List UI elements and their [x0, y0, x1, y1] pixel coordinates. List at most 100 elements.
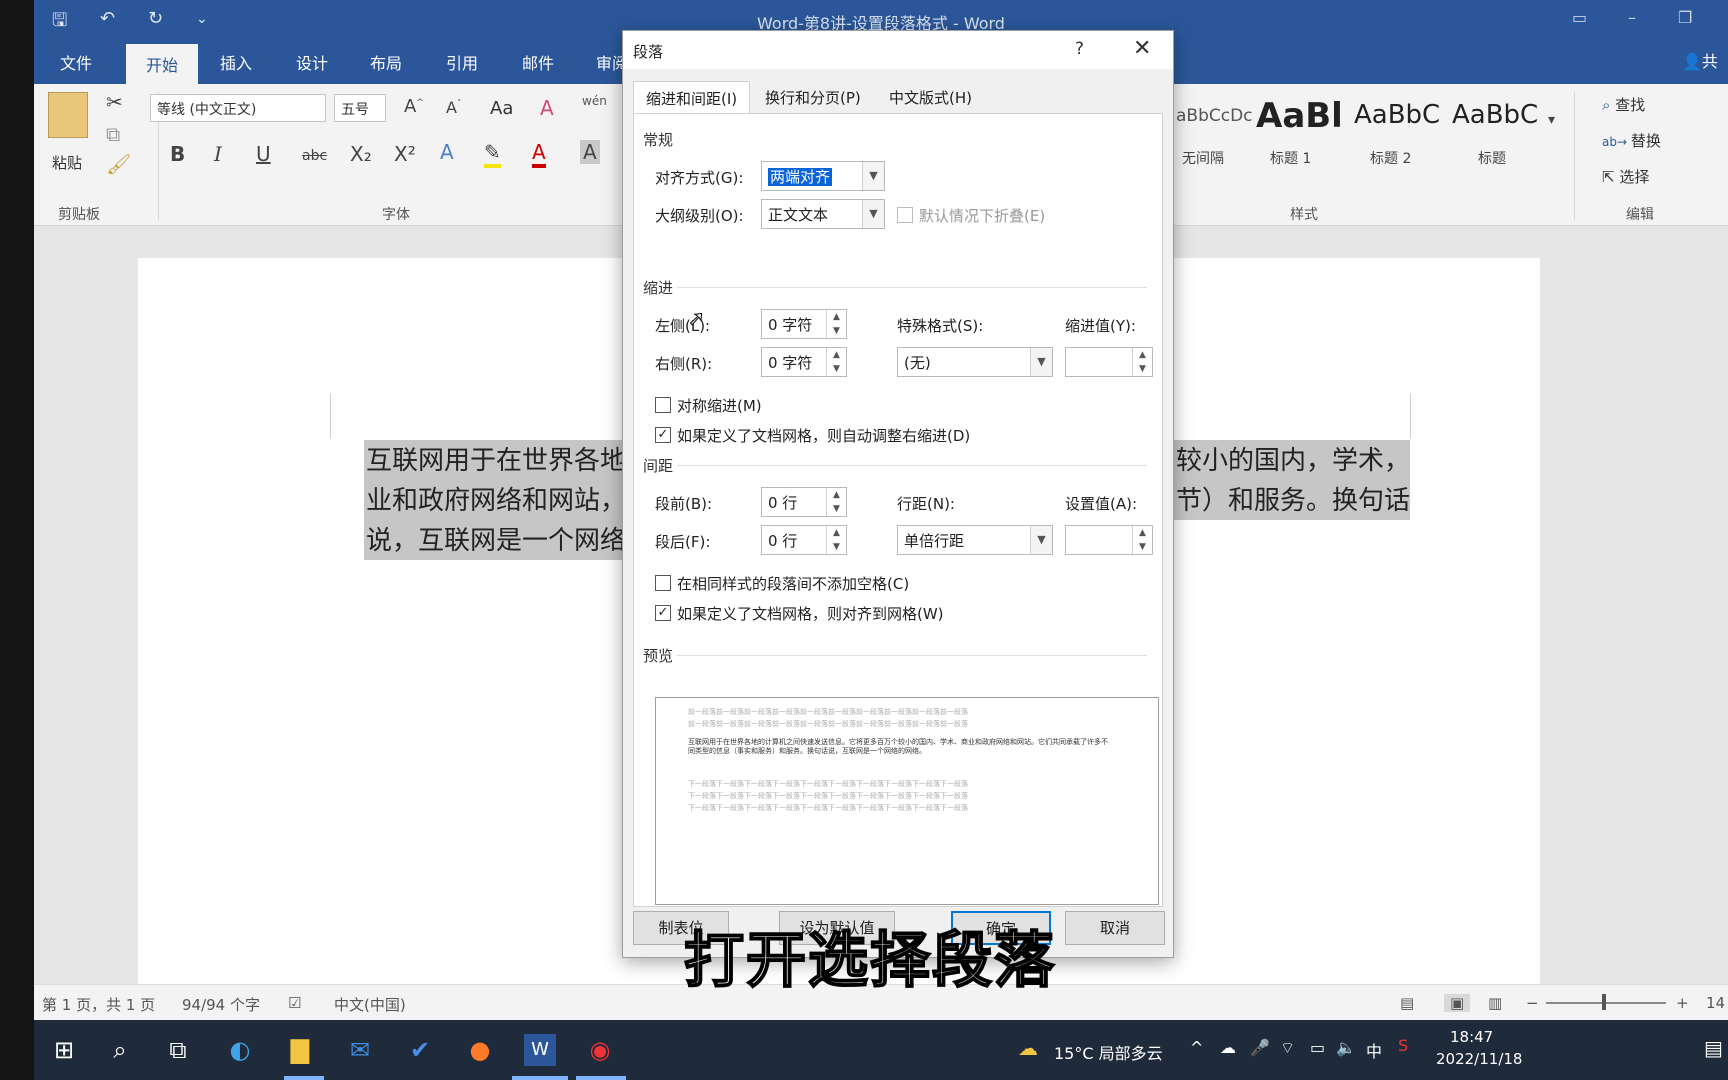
word-icon[interactable]: W: [524, 1034, 556, 1066]
replace-button[interactable]: ab→ 替换: [1602, 130, 1661, 151]
select-button[interactable]: ⇱ 选择: [1602, 166, 1649, 187]
line-spacing-at-spinner[interactable]: ▲ ▼: [1065, 525, 1153, 555]
cut-icon[interactable]: ✂: [106, 90, 123, 114]
sogou-icon[interactable]: S: [1398, 1036, 1408, 1055]
zoom-slider[interactable]: [1546, 1002, 1666, 1004]
tab-references[interactable]: 引用: [446, 50, 478, 74]
format-painter-icon[interactable]: 🖌: [106, 152, 131, 176]
task-view-icon[interactable]: ⧉: [162, 1034, 194, 1066]
tab-insert[interactable]: 插入: [220, 50, 252, 74]
copy-icon[interactable]: ⧉: [106, 122, 120, 146]
mirror-indent-checkbox[interactable]: [655, 397, 671, 413]
mail-icon[interactable]: ✉: [344, 1034, 376, 1066]
todo-icon[interactable]: ✔: [404, 1034, 436, 1066]
spinner-arrows-icon[interactable]: ▲ ▼: [1132, 526, 1152, 554]
clock-date[interactable]: 2022/11/18: [1436, 1050, 1522, 1068]
share-button[interactable]: 👤共: [1682, 48, 1718, 72]
snap-to-grid-checkbox[interactable]: ✓: [655, 605, 671, 621]
tray-chevron-icon[interactable]: ^: [1190, 1038, 1203, 1057]
font-color-button[interactable]: A: [532, 140, 546, 168]
tab-layout[interactable]: 布局: [370, 50, 402, 74]
proofing-icon[interactable]: ☑: [288, 994, 301, 1012]
clear-format-icon[interactable]: A: [540, 96, 554, 120]
tab-indents-spacing[interactable]: 缩进和间距(I): [633, 81, 751, 113]
language-indicator[interactable]: 中文(中国): [334, 994, 406, 1015]
phonetic-guide-button[interactable]: wén: [582, 94, 607, 108]
shrink-font-icon[interactable]: Aˇ: [446, 98, 461, 117]
space-after-spinner[interactable]: 0 行 ▲ ▼: [761, 525, 847, 555]
spinner-arrows-icon[interactable]: ▲ ▼: [826, 310, 846, 338]
change-case-button[interactable]: Aa: [490, 98, 513, 119]
special-indent-select[interactable]: (无) ▼: [897, 347, 1053, 377]
grow-font-icon[interactable]: A^: [404, 96, 424, 117]
style-sample-no-spacing[interactable]: aBbCcDc: [1176, 106, 1253, 126]
text-effects-button[interactable]: A: [440, 140, 454, 164]
spinner-arrows-icon[interactable]: ▲ ▼: [826, 488, 846, 516]
battery-icon[interactable]: ▭: [1310, 1038, 1325, 1057]
find-button[interactable]: ⌕ 查找: [1602, 94, 1645, 115]
subscript-button[interactable]: X₂: [350, 142, 372, 166]
notification-icon[interactable]: ▤: [1704, 1036, 1723, 1060]
style-sample-title[interactable]: AaBbC: [1452, 100, 1538, 130]
help-button[interactable]: ?: [1075, 39, 1084, 59]
selected-text-line-2-right[interactable]: 节）和服务。换句话: [1174, 480, 1410, 520]
highlight-icon[interactable]: ✎: [484, 140, 501, 168]
file-explorer-icon[interactable]: ▇: [284, 1034, 316, 1066]
italic-button[interactable]: I: [214, 142, 222, 166]
strikethrough-button[interactable]: abc: [302, 148, 327, 164]
spinner-arrows-icon[interactable]: ▲ ▼: [826, 526, 846, 554]
selected-text-line-1-right[interactable]: 较小的国内，学术，商: [1174, 440, 1410, 480]
firefox-icon[interactable]: ●: [464, 1034, 496, 1066]
bold-button[interactable]: B: [170, 142, 185, 166]
windows-start-icon[interactable]: ⊞: [48, 1034, 80, 1066]
styles-more-icon[interactable]: ▾: [1548, 112, 1555, 128]
tab-design[interactable]: 设计: [296, 50, 328, 74]
selected-text-line-3-left[interactable]: 说，互联网是一个网络: [364, 520, 658, 560]
tab-home[interactable]: 开始: [126, 44, 199, 84]
clock-time[interactable]: 18:47: [1450, 1028, 1493, 1046]
minimize-icon[interactable]: –: [1628, 8, 1636, 27]
superscript-button[interactable]: X²: [394, 142, 416, 166]
font-size-combo[interactable]: 五号: [334, 94, 386, 122]
microphone-icon[interactable]: 🎤: [1250, 1038, 1270, 1057]
style-sample-heading1[interactable]: AaBl: [1256, 96, 1343, 136]
selected-text-line-1-left[interactable]: 互联网用于在世界各地: [364, 440, 658, 480]
volume-icon[interactable]: 🔈: [1336, 1038, 1356, 1057]
paste-label[interactable]: 粘贴: [52, 152, 82, 173]
indent-by-spinner[interactable]: ▲ ▼: [1065, 347, 1153, 377]
ime-indicator[interactable]: 中: [1366, 1038, 1382, 1062]
alignment-select[interactable]: 两端对齐 ▼: [761, 161, 885, 191]
style-sample-heading2[interactable]: AaBbC: [1354, 100, 1440, 130]
weather-text[interactable]: 15°C 局部多云: [1054, 1040, 1163, 1064]
outline-level-select[interactable]: 正文文本 ▼: [761, 199, 885, 229]
edge-icon[interactable]: ◐: [224, 1034, 256, 1066]
left-indent-spinner[interactable]: 0 字符 ▲ ▼: [761, 309, 847, 339]
word-count[interactable]: 94/94 个字: [182, 994, 260, 1015]
zoom-out-icon[interactable]: −: [1526, 994, 1539, 1012]
underline-button[interactable]: U: [256, 142, 271, 166]
zoom-in-icon[interactable]: +: [1676, 994, 1689, 1012]
recorder-icon[interactable]: ◉: [584, 1034, 616, 1066]
zoom-level[interactable]: 14: [1706, 994, 1725, 1012]
space-before-spinner[interactable]: 0 行 ▲ ▼: [761, 487, 847, 517]
spinner-arrows-icon[interactable]: ▲ ▼: [826, 348, 846, 376]
right-indent-spinner[interactable]: 0 字符 ▲ ▼: [761, 347, 847, 377]
page-count[interactable]: 第 1 页，共 1 页: [42, 994, 155, 1015]
tab-line-page-breaks[interactable]: 换行和分页(P): [753, 81, 873, 113]
auto-adjust-indent-checkbox[interactable]: ✓: [655, 427, 671, 443]
selected-text-line-2-left[interactable]: 业和政府网络和网站，: [364, 480, 658, 520]
collapse-checkbox[interactable]: [897, 207, 913, 223]
font-name-combo[interactable]: 等线 (中文正文): [150, 94, 326, 122]
weather-icon[interactable]: ☁: [1018, 1036, 1038, 1060]
no-space-same-style-checkbox[interactable]: [655, 575, 671, 591]
char-shading-button[interactable]: A: [580, 140, 600, 164]
web-layout-icon[interactable]: ▥: [1488, 994, 1502, 1012]
onedrive-icon[interactable]: ☁: [1220, 1038, 1236, 1057]
search-icon[interactable]: ⌕: [104, 1034, 136, 1066]
close-icon[interactable]: ✕: [1133, 36, 1151, 61]
tab-mailings[interactable]: 邮件: [522, 50, 554, 74]
restore-icon[interactable]: ❐: [1678, 8, 1692, 27]
network-icon[interactable]: ⌔: [1280, 1038, 1295, 1058]
spinner-arrows-icon[interactable]: ▲ ▼: [1132, 348, 1152, 376]
ribbon-display-icon[interactable]: ▭: [1572, 8, 1587, 27]
